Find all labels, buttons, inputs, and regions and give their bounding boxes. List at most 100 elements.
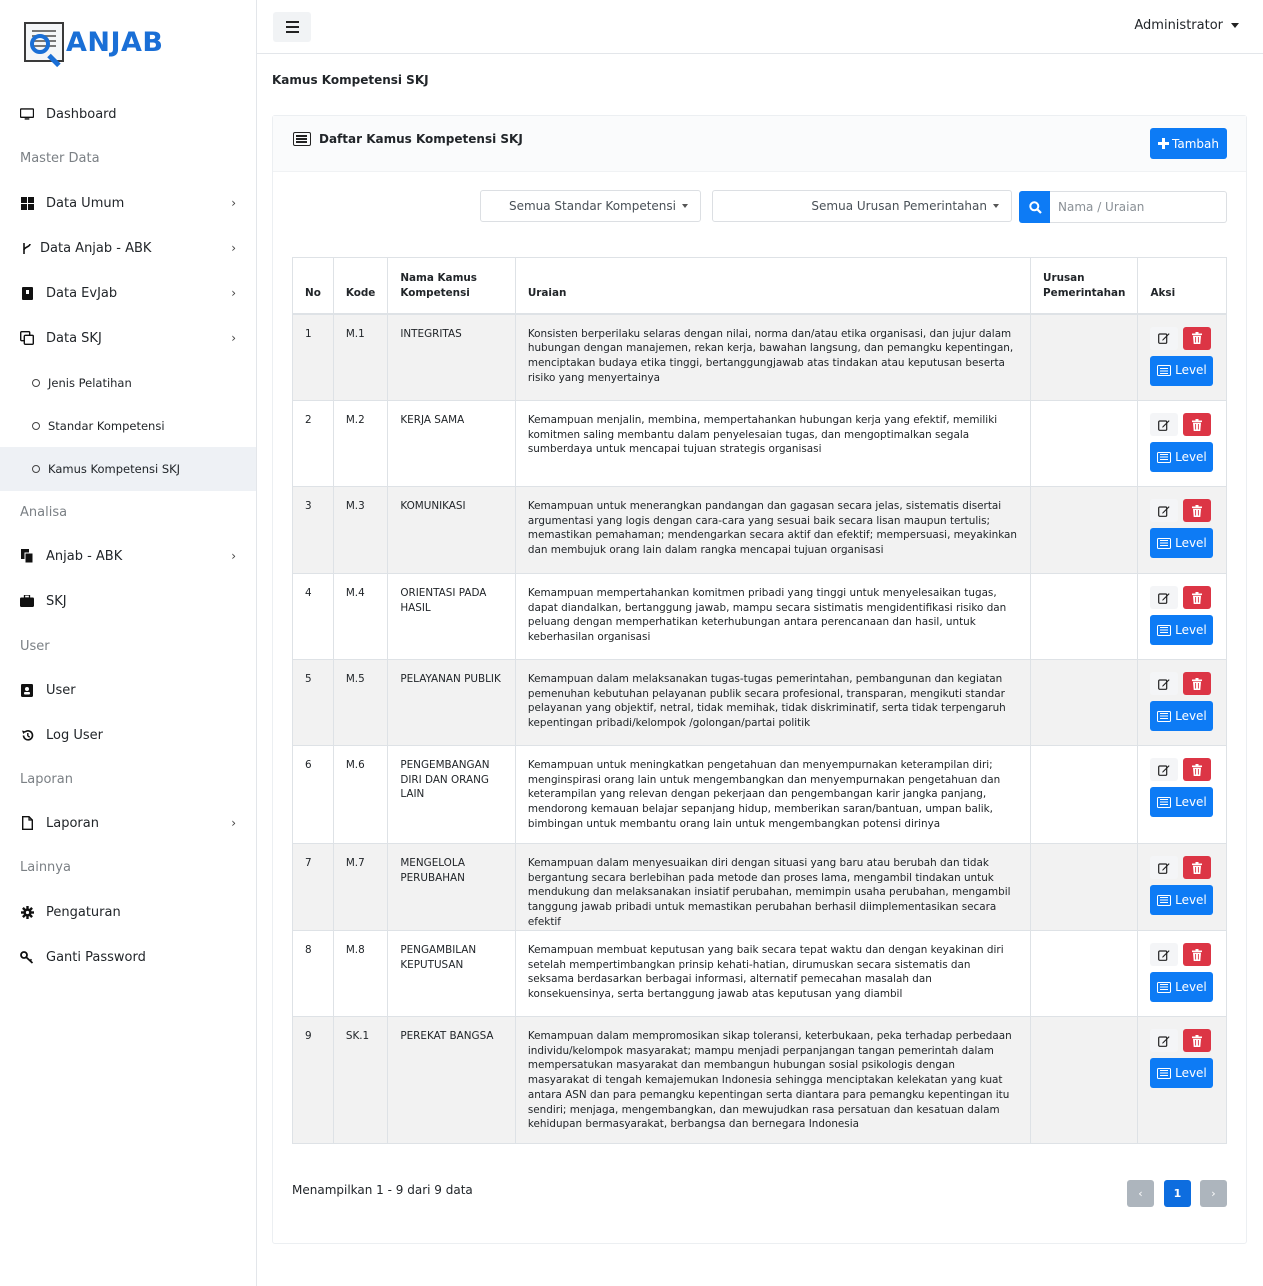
column-header-nama[interactable]: Nama Kamus Kompetensi [387, 257, 516, 314]
level-button-label: Level [1175, 622, 1207, 637]
edit-button[interactable] [1150, 758, 1179, 781]
sidebar-item-label: Data EvJab [46, 285, 118, 301]
sidebar-header-lainnya: Lainnya [20, 860, 71, 875]
level-button[interactable]: Level [1150, 1058, 1214, 1088]
sidebar-item-anjab-abk[interactable]: Anjab - ABK › [0, 534, 256, 578]
edit-button[interactable] [1150, 856, 1179, 879]
cell-nama: MENGELOLA PERUBAHAN [387, 843, 516, 931]
level-button-label: Level [1175, 708, 1207, 723]
monitor-icon [20, 107, 34, 121]
sidebar-item-skj[interactable]: SKJ [0, 579, 256, 623]
search-button[interactable] [1019, 191, 1051, 223]
delete-button[interactable] [1183, 326, 1212, 350]
edit-button[interactable] [1150, 326, 1179, 350]
app-logo[interactable]: ANJAB [24, 20, 164, 68]
sidebar-item-data-anjab-abk[interactable]: Data Anjab - ABK › [0, 226, 256, 270]
topbar: Administrator [257, 0, 1263, 54]
cell-kode: M.3 [332, 486, 389, 574]
delete-button[interactable] [1183, 943, 1212, 966]
pagination-prev-button[interactable]: ‹ [1127, 1180, 1154, 1207]
search-input[interactable] [1050, 191, 1227, 223]
delete-button[interactable] [1183, 499, 1212, 522]
edit-icon [1158, 949, 1171, 961]
pagination-page-1[interactable]: 1 [1164, 1180, 1191, 1207]
pagination-next-button[interactable]: › [1200, 1180, 1227, 1207]
sidebar-item-ganti-password[interactable]: Ganti Password [0, 935, 256, 979]
list-icon [293, 132, 311, 146]
table-row: 8 M.8 PENGAMBILAN KEPUTUSAN Kemampuan membu… [292, 930, 1227, 1017]
list-icon [1157, 537, 1172, 549]
urusan-pemerintahan-select[interactable]: Semua Urusan Pemerintahan [712, 190, 1012, 222]
cell-uraian: Kemampuan untuk menerangkan pandangan da… [514, 486, 1032, 574]
sidebar-subitem-jenis-pelatihan[interactable]: Jenis Pelatihan [0, 361, 256, 405]
level-button-label: Level [1175, 794, 1207, 809]
table-row: 1 M.1 INTEGRITAS Konsisten berperilaku sela… [292, 313, 1227, 401]
level-button[interactable]: Level [1150, 615, 1214, 645]
cell-aksi: Level [1137, 745, 1227, 844]
edit-button[interactable] [1150, 499, 1179, 522]
edit-icon [1158, 592, 1171, 604]
edit-button[interactable] [1150, 672, 1179, 695]
sidebar-item-label: Data SKJ [46, 330, 102, 346]
level-button[interactable]: Level [1150, 442, 1214, 472]
sidebar-item-dashboard[interactable]: Dashboard [0, 92, 256, 136]
cell-kode: M.2 [332, 400, 389, 487]
standar-kompetensi-select[interactable]: Semua Standar Kompetensi [480, 190, 701, 222]
caret-down-icon [682, 204, 688, 208]
edit-button[interactable] [1150, 1029, 1179, 1052]
edit-icon [1158, 1035, 1171, 1047]
level-button[interactable]: Level [1150, 885, 1214, 915]
level-button-label: Level [1175, 449, 1207, 464]
sidebar-item-pengaturan[interactable]: Pengaturan [0, 890, 256, 934]
edit-button[interactable] [1150, 943, 1179, 966]
sidebar-item-data-skj[interactable]: Data SKJ › [0, 316, 256, 360]
sidebar-item-laporan[interactable]: Laporan › [0, 801, 256, 845]
menu-toggle-button[interactable] [273, 12, 311, 42]
delete-button[interactable] [1183, 1029, 1212, 1052]
cell-kode: M.6 [332, 745, 389, 844]
cell-uraian: Kemampuan dalam mempromosikan sikap tole… [514, 1016, 1032, 1144]
user-menu[interactable]: Administrator [1134, 18, 1239, 33]
add-button[interactable]: Tambah [1150, 128, 1227, 159]
level-button[interactable]: Level [1150, 972, 1214, 1002]
page-title: Kamus Kompetensi SKJ [272, 73, 429, 87]
sidebar-item-data-umum[interactable]: Data Umum › [0, 181, 256, 225]
sidebar-item-log-user[interactable]: Log User [0, 713, 256, 757]
column-header-urusan[interactable]: Urusan Pemerintahan [1030, 257, 1139, 314]
level-button[interactable]: Level [1150, 787, 1214, 817]
edit-button[interactable] [1150, 586, 1179, 609]
table-row: 9 SK.1 PEREKAT BANGSA Kemampuan dalam mempr… [292, 1016, 1227, 1144]
level-button[interactable]: Level [1150, 701, 1214, 731]
briefcase-icon [20, 594, 34, 608]
chevron-right-icon: › [231, 286, 236, 300]
sidebar-subitem-standar-kompetensi[interactable]: Standar Kompetensi [0, 404, 256, 448]
delete-button[interactable] [1183, 672, 1212, 695]
caret-down-icon [993, 204, 999, 208]
sidebar-item-data-evjab[interactable]: Data EvJab › [0, 271, 256, 315]
circle-icon [32, 379, 40, 387]
cell-no: 9 [292, 1016, 334, 1144]
cell-urusan [1030, 843, 1139, 931]
table-header-row: No Kode Nama Kamus Kompetensi Uraian Uru… [292, 257, 1227, 314]
delete-button[interactable] [1183, 758, 1212, 781]
level-button[interactable]: Level [1150, 528, 1214, 558]
column-header-uraian[interactable]: Uraian [514, 257, 1032, 314]
cell-urusan [1030, 313, 1139, 401]
edit-icon [1158, 333, 1171, 344]
sidebar-item-label: Log User [46, 727, 103, 743]
delete-button[interactable] [1183, 856, 1212, 879]
delete-button[interactable] [1183, 586, 1212, 609]
table-row: 5 M.5 PELAYANAN PUBLIK Kemampuan dalam mela… [292, 659, 1227, 746]
sidebar-item-user[interactable]: User [0, 668, 256, 712]
sidebar-header-user: User [20, 639, 50, 654]
column-header-no[interactable]: No [292, 257, 334, 314]
column-header-aksi: Aksi [1137, 257, 1227, 314]
edit-button[interactable] [1150, 413, 1179, 436]
sidebar-subitem-label: Jenis Pelatihan [48, 376, 132, 390]
delete-button[interactable] [1183, 413, 1212, 436]
column-header-kode[interactable]: Kode [332, 257, 389, 314]
sidebar-subitem-kamus-kompetensi-skj[interactable]: Kamus Kompetensi SKJ [0, 447, 256, 491]
level-button[interactable]: Level [1150, 355, 1214, 386]
cell-no: 3 [292, 486, 334, 574]
cell-urusan [1030, 659, 1139, 746]
